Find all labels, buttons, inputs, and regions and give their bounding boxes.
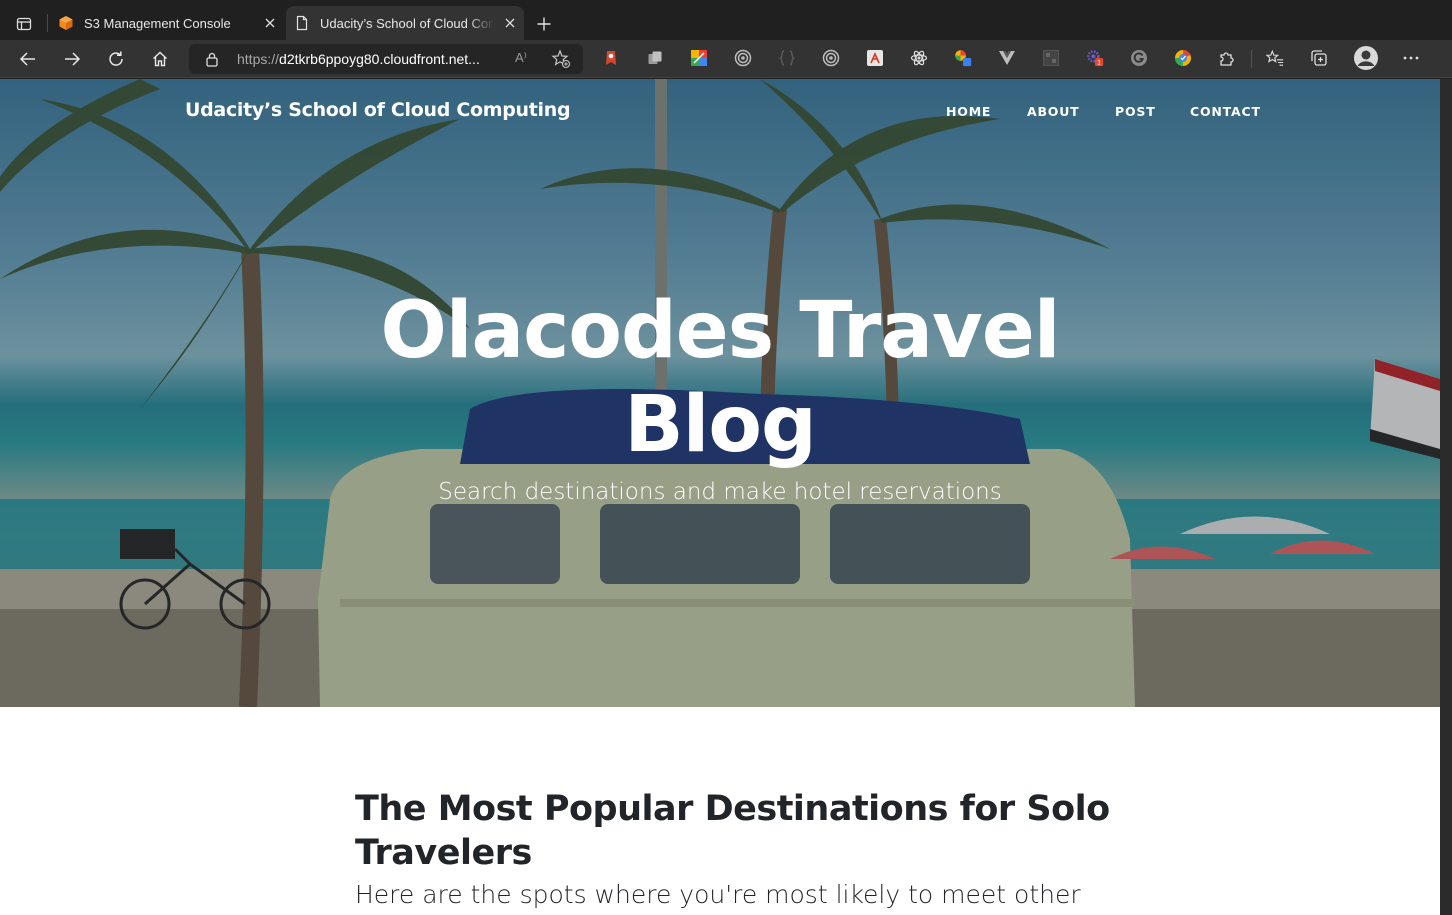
add-favorite-icon[interactable]	[551, 49, 571, 74]
json-braces-extension-icon[interactable]	[778, 49, 796, 67]
close-tab-icon[interactable]	[502, 15, 518, 31]
browser-toolbar: https://d2tkrb6ppoyg80.cloudfront.net...…	[0, 40, 1452, 78]
puzzle-extensions-icon[interactable]	[1218, 49, 1236, 67]
tab-title: Udacity’s School of Cloud Computing	[320, 16, 494, 31]
tab-udacity-blog[interactable]: Udacity’s School of Cloud Computing	[286, 6, 524, 40]
tab-s3-console[interactable]: S3 Management Console	[50, 6, 284, 40]
hero-subtitle: Search destinations and make hotel reser…	[438, 479, 1002, 505]
site-brand[interactable]: Udacity’s School of Cloud Computing	[185, 99, 571, 121]
aws-cube-icon	[58, 15, 74, 31]
grammarly-extension-icon[interactable]	[1130, 49, 1148, 67]
page-icon	[294, 15, 310, 31]
hero-title: Olacodes Travel Blog	[300, 284, 1140, 472]
tab-strip: S3 Management Console Udacity’s School o…	[0, 0, 1452, 40]
tab-divider	[47, 14, 48, 32]
gear-badge-extension-icon[interactable]: 1	[1086, 49, 1104, 67]
more-options-icon[interactable]	[1402, 49, 1420, 67]
extension-badge-count: 1	[1097, 59, 1101, 67]
lambda-extension-icon[interactable]	[866, 49, 884, 67]
refresh-icon[interactable]	[104, 47, 128, 71]
home-icon[interactable]	[148, 47, 172, 71]
favorites-icon[interactable]	[1266, 49, 1284, 67]
lock-icon[interactable]	[205, 51, 219, 72]
url-text: https://d2tkrb6ppoyg80.cloudfront.net...	[237, 51, 480, 67]
hero-title-line-2: Blog	[624, 380, 817, 470]
back-icon[interactable]	[16, 47, 40, 71]
read-aloud-icon[interactable]: A⁾	[515, 50, 527, 66]
copy-extension-icon[interactable]	[646, 49, 664, 67]
new-tab-icon[interactable]	[532, 12, 556, 36]
close-tab-icon[interactable]	[262, 15, 278, 31]
hero-section: Udacity’s School of Cloud Computing HOME…	[0, 79, 1440, 707]
nav-post-link[interactable]: POST	[1115, 104, 1156, 119]
post-title-link[interactable]: The Most Popular Destinations for Solo T…	[355, 787, 1115, 875]
vue-extension-icon[interactable]	[998, 49, 1016, 67]
nav-about-link[interactable]: ABOUT	[1027, 104, 1080, 119]
nav-home-link[interactable]: HOME	[946, 104, 991, 119]
tab-title: S3 Management Console	[84, 16, 231, 31]
forward-icon[interactable]	[60, 47, 84, 71]
tab-actions-icon[interactable]	[12, 12, 36, 36]
toolbar-divider	[1251, 50, 1252, 68]
target-extension-icon-2[interactable]	[822, 49, 840, 67]
address-bar[interactable]: https://d2tkrb6ppoyg80.cloudfront.net...…	[189, 44, 583, 74]
react-extension-icon[interactable]	[910, 49, 928, 67]
bookmark-extension-icon[interactable]	[602, 49, 620, 67]
box-extension-icon[interactable]	[1042, 49, 1060, 67]
post-teaser[interactable]: Here are the spots where you're most lik…	[355, 879, 1115, 911]
hero-title-line-1: Olacodes Travel	[380, 286, 1060, 376]
profile-avatar[interactable]	[1354, 46, 1378, 70]
chrome-check-extension-icon[interactable]	[1174, 49, 1192, 67]
target-extension-icon[interactable]	[734, 49, 752, 67]
color-grid-extension-icon[interactable]	[690, 49, 708, 67]
colorzilla-extension-icon[interactable]	[954, 49, 972, 67]
collections-icon[interactable]	[1310, 49, 1328, 67]
page-viewport: Udacity’s School of Cloud Computing HOME…	[0, 79, 1440, 915]
nav-contact-link[interactable]: CONTACT	[1190, 104, 1261, 119]
page-scrollbar[interactable]	[1440, 79, 1452, 915]
